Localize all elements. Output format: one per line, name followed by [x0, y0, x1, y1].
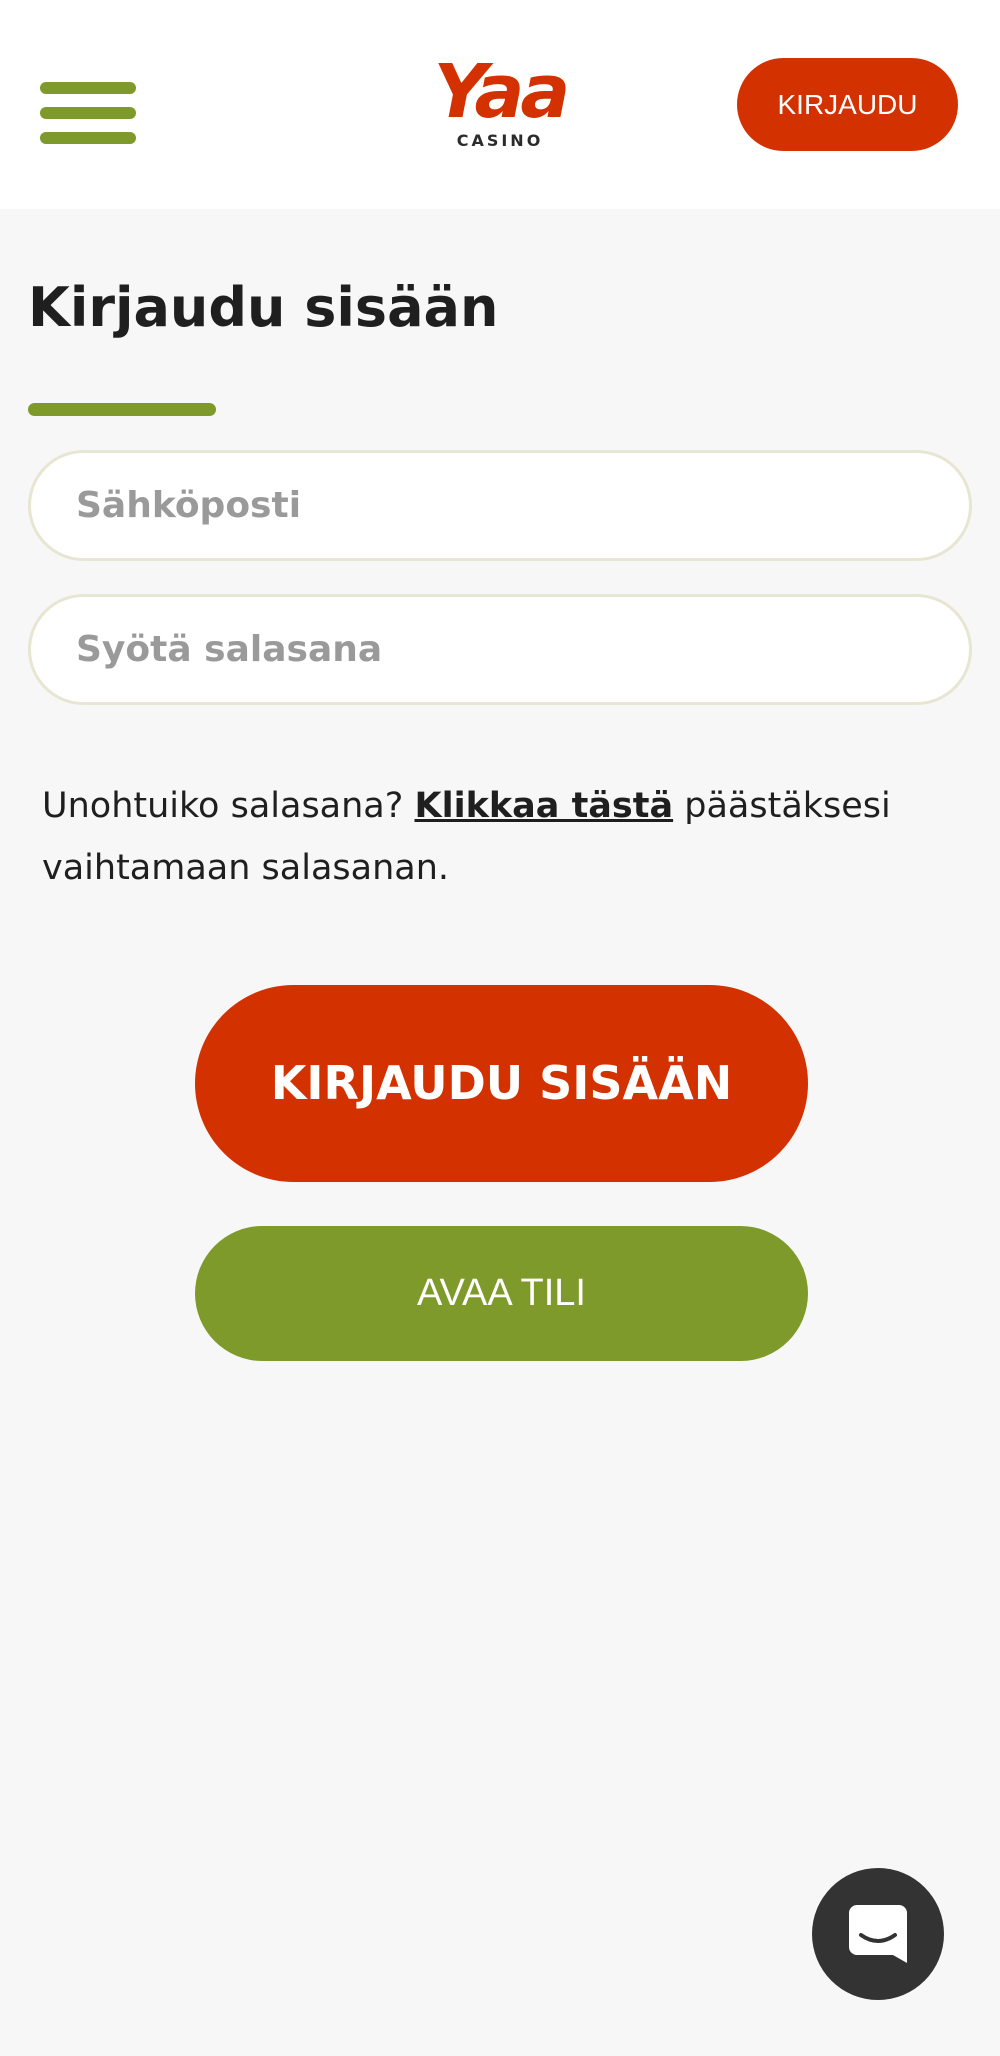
forgot-password-text: Unohtuiko salasana? Klikkaa tästä päästä… — [42, 775, 942, 899]
menu-bar-bottom — [40, 132, 136, 144]
title-underline — [28, 403, 216, 416]
site-logo[interactable]: Yaa CASINO — [425, 55, 575, 160]
menu-bar-middle — [40, 107, 136, 119]
chat-bubble-icon — [849, 1905, 907, 1963]
page-title: Kirjaudu sisään — [28, 276, 499, 339]
password-field[interactable] — [28, 594, 972, 705]
menu-bar-top — [40, 82, 136, 94]
forgot-password-link[interactable]: Klikkaa tästä — [414, 786, 673, 826]
email-field[interactable] — [28, 450, 972, 561]
hamburger-menu-icon[interactable] — [40, 82, 136, 144]
login-submit-button[interactable]: KIRJAUDU SISÄÄN — [195, 985, 808, 1182]
site-header: Yaa CASINO KIRJAUDU — [0, 0, 1000, 209]
header-login-button[interactable]: KIRJAUDU — [737, 58, 958, 151]
open-account-button[interactable]: AVAA TILI — [195, 1226, 808, 1361]
chat-launcher-button[interactable] — [812, 1868, 944, 2000]
logo-mark: Yaa — [433, 49, 571, 135]
forgot-password-prefix: Unohtuiko salasana? — [42, 786, 404, 826]
